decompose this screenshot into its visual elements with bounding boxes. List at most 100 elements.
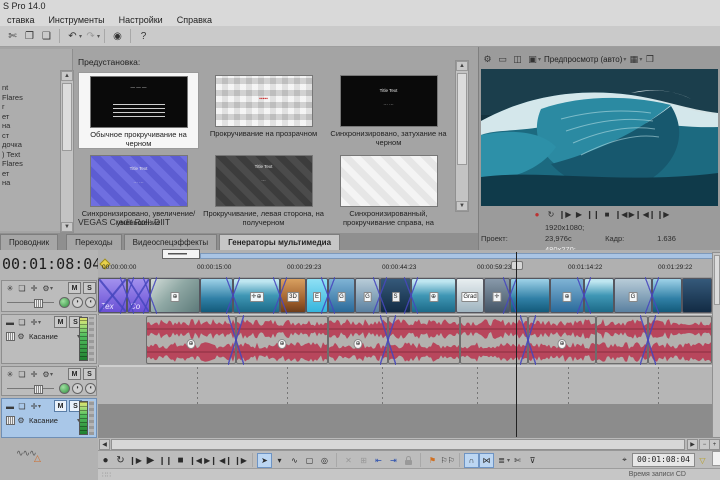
next-frame-button[interactable]: ❙▶ (233, 453, 248, 468)
audio-event-0[interactable]: ⊕ (146, 316, 236, 364)
arm-record-icon[interactable]: ▬ (4, 318, 16, 327)
event-fx-badge[interactable]: ✛⊕ (249, 292, 263, 302)
insert-marker-button[interactable]: ⚑ (425, 453, 440, 468)
selection-tool-button[interactable]: ▢ (302, 453, 317, 468)
stop-button[interactable]: ■ (600, 210, 614, 219)
loop-playback-button[interactable]: ↻ (113, 453, 128, 468)
next-frame-button[interactable]: ❙▶ (656, 210, 670, 219)
video-event-18[interactable] (682, 278, 712, 313)
prev-frame-button[interactable]: ◀❙ (218, 453, 233, 468)
event-group-button[interactable]: ⊞ (356, 453, 371, 468)
scroll-down-icon[interactable]: ▼ (61, 222, 73, 232)
event-fx-badge[interactable]: G (629, 292, 638, 302)
pause-button[interactable]: ❙❙ (158, 453, 173, 468)
solo-button[interactable]: S (83, 282, 96, 294)
slider-grip[interactable] (34, 385, 43, 394)
chevron-down-icon[interactable]: ▾ (97, 33, 100, 40)
cut-button[interactable]: ✄ (4, 28, 21, 44)
external-monitor-button[interactable]: ▭ (495, 52, 510, 67)
composite-mode-icon[interactable] (59, 383, 70, 394)
event-fx-badge[interactable]: G (337, 292, 346, 302)
scroll-right-icon[interactable]: ▶ (687, 439, 698, 450)
track-header-audio-2-selected[interactable]: ▬ ❏ ✛▾ M S ⚙ Касание ▾ (1, 398, 97, 438)
zoom-in-icon[interactable]: + (709, 439, 720, 450)
track-header-video-2[interactable]: ✳ ❏ ✛ ⚙▾ M S ◗ ◖ (1, 366, 97, 396)
arm-record-icon[interactable]: ▬ (4, 402, 16, 411)
composite-level-icon[interactable]: ◖ (85, 383, 96, 394)
level-slider[interactable] (7, 302, 54, 303)
event-fx-badge[interactable]: Grad (461, 292, 478, 302)
timeline-hscrollbar[interactable]: ◀ ▶ − + (98, 437, 720, 451)
audio-event-5[interactable]: ⊕ (528, 316, 596, 364)
event-fx-badge[interactable]: ⊕ (562, 292, 571, 302)
lock-button[interactable] (401, 453, 416, 468)
event-fx-badge[interactable]: ⊕ (429, 292, 438, 302)
scroll-up-icon[interactable]: ▲ (61, 71, 73, 81)
insert-region-button[interactable]: ⚐⚐ (440, 453, 455, 468)
go-to-start-button[interactable]: ❙◀ (188, 453, 203, 468)
event-fx-badge[interactable]: ✛ (492, 292, 501, 302)
cursor-position-timecode[interactable]: 00:01:08:04 (632, 453, 695, 467)
scrollbar-thumb[interactable] (111, 439, 685, 450)
event-fx-badge[interactable]: E (313, 292, 321, 302)
automation-gear-icon[interactable]: ⚙ (15, 416, 27, 425)
parent-composite-icon[interactable]: ◗ (72, 383, 83, 394)
envelope-tool-button[interactable]: ∿ (287, 453, 302, 468)
paste-button[interactable]: ❑ (38, 28, 55, 44)
track-fx-icon[interactable]: ❏ (16, 402, 28, 411)
timeline-empty-area[interactable] (98, 404, 712, 437)
track-fx-icon[interactable]: ❏ (16, 318, 28, 327)
event-filter-button[interactable]: ⊽ (525, 453, 540, 468)
scrollbar-thumb[interactable] (457, 73, 467, 165)
play-button[interactable]: ▶ (143, 453, 158, 468)
menu-item-1[interactable]: Инструменты (41, 15, 111, 25)
scrollbar-thumb[interactable] (62, 83, 72, 151)
automation-mode[interactable]: Касание (29, 416, 79, 425)
split-button[interactable]: ✕ (341, 453, 356, 468)
audio-fx-badge[interactable]: ⊕ (557, 339, 566, 349)
preset-2[interactable]: Title Text··· ···Синхронизировано, затух… (328, 72, 449, 147)
scroll-down-icon[interactable]: ▼ (456, 201, 468, 211)
solo-button[interactable]: S (83, 368, 96, 380)
gear-button[interactable]: ⚙ (480, 52, 495, 67)
volume-grip[interactable] (6, 416, 15, 425)
bypass-icon[interactable]: ✳ (4, 370, 16, 379)
track-motion-icon[interactable]: ❏ (16, 284, 28, 293)
trim-start-button[interactable]: ⇤ (371, 453, 386, 468)
tab-Генераторы мультимедиа[interactable]: Генераторы мультимедиа (219, 234, 340, 250)
audio-event-1[interactable]: ⊕ (236, 316, 328, 364)
edit-tool-button[interactable]: ➤ (257, 453, 272, 468)
chevron-down-icon[interactable]: ▾ (50, 285, 53, 292)
record-button[interactable]: ● (98, 453, 113, 468)
mute-button[interactable]: M (54, 400, 67, 412)
tab-Проводник[interactable]: Проводник (0, 234, 58, 250)
event-fx-badge[interactable]: 3D (287, 292, 299, 302)
copy-button[interactable]: ❐ (21, 28, 38, 44)
preset-1[interactable]: ▪▪▪▪▪Прокручивание на прозрачном (203, 72, 324, 138)
audio-track-lane-1[interactable]: ⊕⊕⊕⊕ (98, 315, 712, 365)
preset-3[interactable]: Title Text··· ···Синхронизировано, увели… (78, 152, 199, 227)
mute-button[interactable]: M (68, 282, 81, 294)
video-track-lane-1[interactable]: TexCo⊕✛⊕3DEGGS⊕Grad✛⊕G (98, 277, 712, 314)
slider-grip[interactable] (34, 299, 43, 308)
stop-button[interactable]: ■ (173, 453, 188, 468)
generator-list-scrollbar[interactable]: ▲ ▼ (60, 70, 74, 233)
help-cursor-button[interactable]: ? (135, 28, 152, 44)
mute-button[interactable]: M (68, 368, 81, 380)
menu-item-0[interactable]: ставка (0, 15, 41, 25)
record-button[interactable]: ● (530, 210, 544, 219)
bypass-icon[interactable]: ✳ (4, 284, 16, 293)
trim-end-button[interactable]: ⇥ (386, 453, 401, 468)
volume-grip[interactable] (6, 332, 15, 341)
auto-crossfade-button[interactable]: ⋈ (479, 453, 494, 468)
copy-snapshot-button[interactable]: ❐ (642, 52, 657, 67)
loop-region-bar[interactable] (200, 253, 714, 259)
scroll-up-icon[interactable]: ▲ (456, 61, 468, 71)
level-slider[interactable] (7, 388, 54, 389)
audio-fx-badge[interactable]: ⊕ (186, 339, 195, 349)
composite-mode-icon[interactable] (59, 297, 70, 308)
video-track-lane-2[interactable] (98, 367, 712, 404)
preset-5[interactable]: Синхронизированный, прокручивание справа… (328, 152, 449, 227)
preset-4[interactable]: Title Text···Прокручивание, левая сторон… (203, 152, 324, 227)
preview-quality-dropdown[interactable]: Предпросмотр (авто) (541, 55, 625, 64)
